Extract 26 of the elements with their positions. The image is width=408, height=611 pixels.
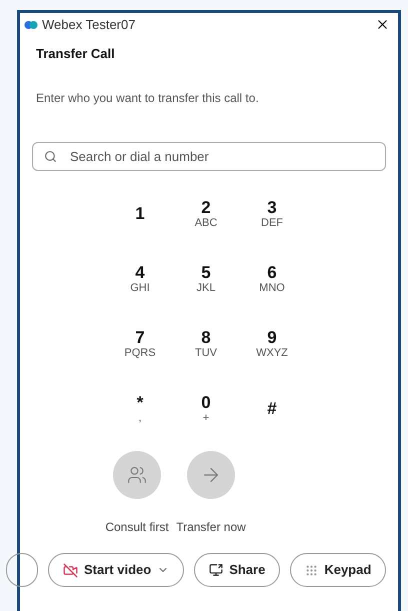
video-off-icon — [63, 562, 78, 578]
keypad-key[interactable]: 4 GHI — [108, 246, 172, 311]
keypad-key[interactable]: 9 WXYZ — [240, 311, 304, 376]
keypad-key[interactable]: 5 JKL — [174, 246, 238, 311]
video-button[interactable]: Start video — [48, 553, 184, 587]
instruction-text: Enter who you want to transfer this call to. — [35, 90, 260, 107]
keypad-key[interactable]: 3 DEF — [240, 181, 304, 246]
keypad-key[interactable]: 2 ABC — [174, 181, 238, 246]
keypad-key[interactable]: 6 MNO — [240, 246, 304, 311]
keypad-icon — [305, 564, 318, 576]
dialog-heading: Transfer Call — [35, 44, 116, 62]
keypad-button[interactable]: Keypad — [290, 553, 386, 587]
keypad-key[interactable]: * , — [108, 376, 172, 441]
share-button[interactable]: Share — [194, 553, 280, 587]
search-field[interactable]: Search or dial a number — [32, 142, 386, 171]
search-icon — [44, 150, 57, 163]
people-icon — [127, 465, 147, 485]
logo-icon — [24, 20, 38, 30]
keypad-key[interactable]: 1 — [108, 181, 172, 246]
keypad-key[interactable]: 8 TUV — [174, 311, 238, 376]
share-screen-icon — [209, 563, 224, 577]
keypad-key[interactable]: # — [240, 376, 304, 441]
keypad-key[interactable]: 0 + — [174, 376, 238, 441]
window-title: Webex Tester07 — [42, 16, 136, 34]
keypad-key[interactable]: 7 PQRS — [108, 311, 172, 376]
toolbar-button[interactable] — [6, 553, 38, 587]
